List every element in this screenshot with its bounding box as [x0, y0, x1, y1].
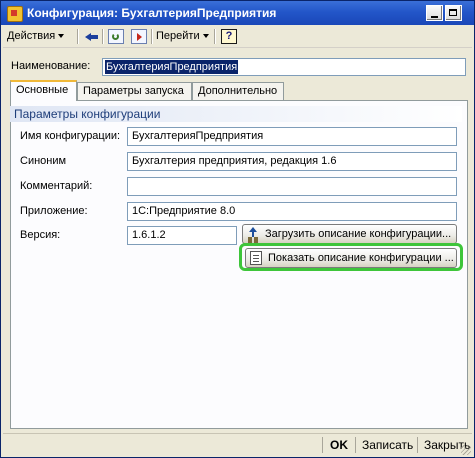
name-label: Наименование: — [11, 60, 91, 72]
back-arrow-icon[interactable] — [84, 29, 100, 44]
chevron-down-icon — [58, 34, 65, 39]
version-field[interactable]: 1.6.1.2 — [127, 226, 237, 245]
application-label: Приложение: — [20, 205, 88, 217]
actions-menu[interactable]: Действия — [7, 27, 65, 46]
config-name-label: Имя конфигурации: — [20, 130, 121, 142]
toolbar-separator — [151, 29, 153, 44]
tab-launch-params[interactable]: Параметры запуска — [77, 82, 192, 100]
application-field[interactable]: 1С:Предприятие 8.0 — [127, 202, 457, 221]
maximize-button[interactable] — [445, 5, 462, 21]
configuration-window: Конфигурация: БухгалтерияПредприятия Дей… — [0, 0, 475, 458]
actions-menu-label: Действия — [7, 30, 56, 42]
save-button[interactable]: Записать — [362, 438, 413, 452]
comment-field[interactable] — [127, 177, 457, 196]
goto-menu-label: Перейти — [156, 30, 200, 42]
toolbar-separator — [77, 29, 79, 44]
highlight-outline — [239, 243, 463, 271]
group-title: Параметры конфигурации — [10, 106, 462, 122]
upload-icon — [247, 227, 259, 241]
minimize-button[interactable] — [426, 5, 443, 21]
config-name-field[interactable]: БухгалтерияПредприятия — [127, 127, 457, 146]
bottom-separator — [417, 437, 418, 453]
help-icon[interactable]: ? — [221, 29, 237, 44]
load-description-button[interactable]: Загрузить описание конфигурации... — [242, 224, 457, 244]
bottom-bar: OK Записать Закрыть — [3, 433, 472, 456]
refresh-icon[interactable] — [108, 29, 124, 44]
load-description-label: Загрузить описание конфигурации... — [265, 228, 452, 240]
toolbar-separator — [214, 29, 216, 44]
name-input-value: БухгалтерияПредприятия — [103, 59, 240, 75]
name-input[interactable]: БухгалтерияПредприятия — [102, 58, 466, 76]
ok-button[interactable]: OK — [330, 438, 348, 452]
synonym-label: Синоним — [20, 155, 67, 167]
comment-label: Комментарий: — [20, 180, 93, 192]
synonym-field[interactable]: Бухгалтерия предприятия, редакция 1.6 — [127, 152, 457, 171]
bottom-separator — [355, 437, 356, 453]
app-icon — [7, 6, 23, 22]
toolbar: Действия Перейти ? — [3, 26, 472, 48]
tab-basic[interactable]: Основные — [10, 80, 77, 101]
goto-menu[interactable]: Перейти — [156, 27, 209, 46]
goto-icon[interactable] — [131, 29, 147, 44]
toolbar-separator — [102, 29, 104, 44]
tab-additional[interactable]: Дополнительно — [192, 82, 284, 100]
version-label: Версия: — [20, 229, 61, 241]
title-bar[interactable]: Конфигурация: БухгалтерияПредприятия — [1, 1, 474, 25]
chevron-down-icon — [202, 34, 209, 39]
bottom-separator — [322, 437, 323, 453]
resize-grip[interactable] — [461, 445, 471, 455]
window-title: Конфигурация: БухгалтерияПредприятия — [27, 6, 277, 20]
